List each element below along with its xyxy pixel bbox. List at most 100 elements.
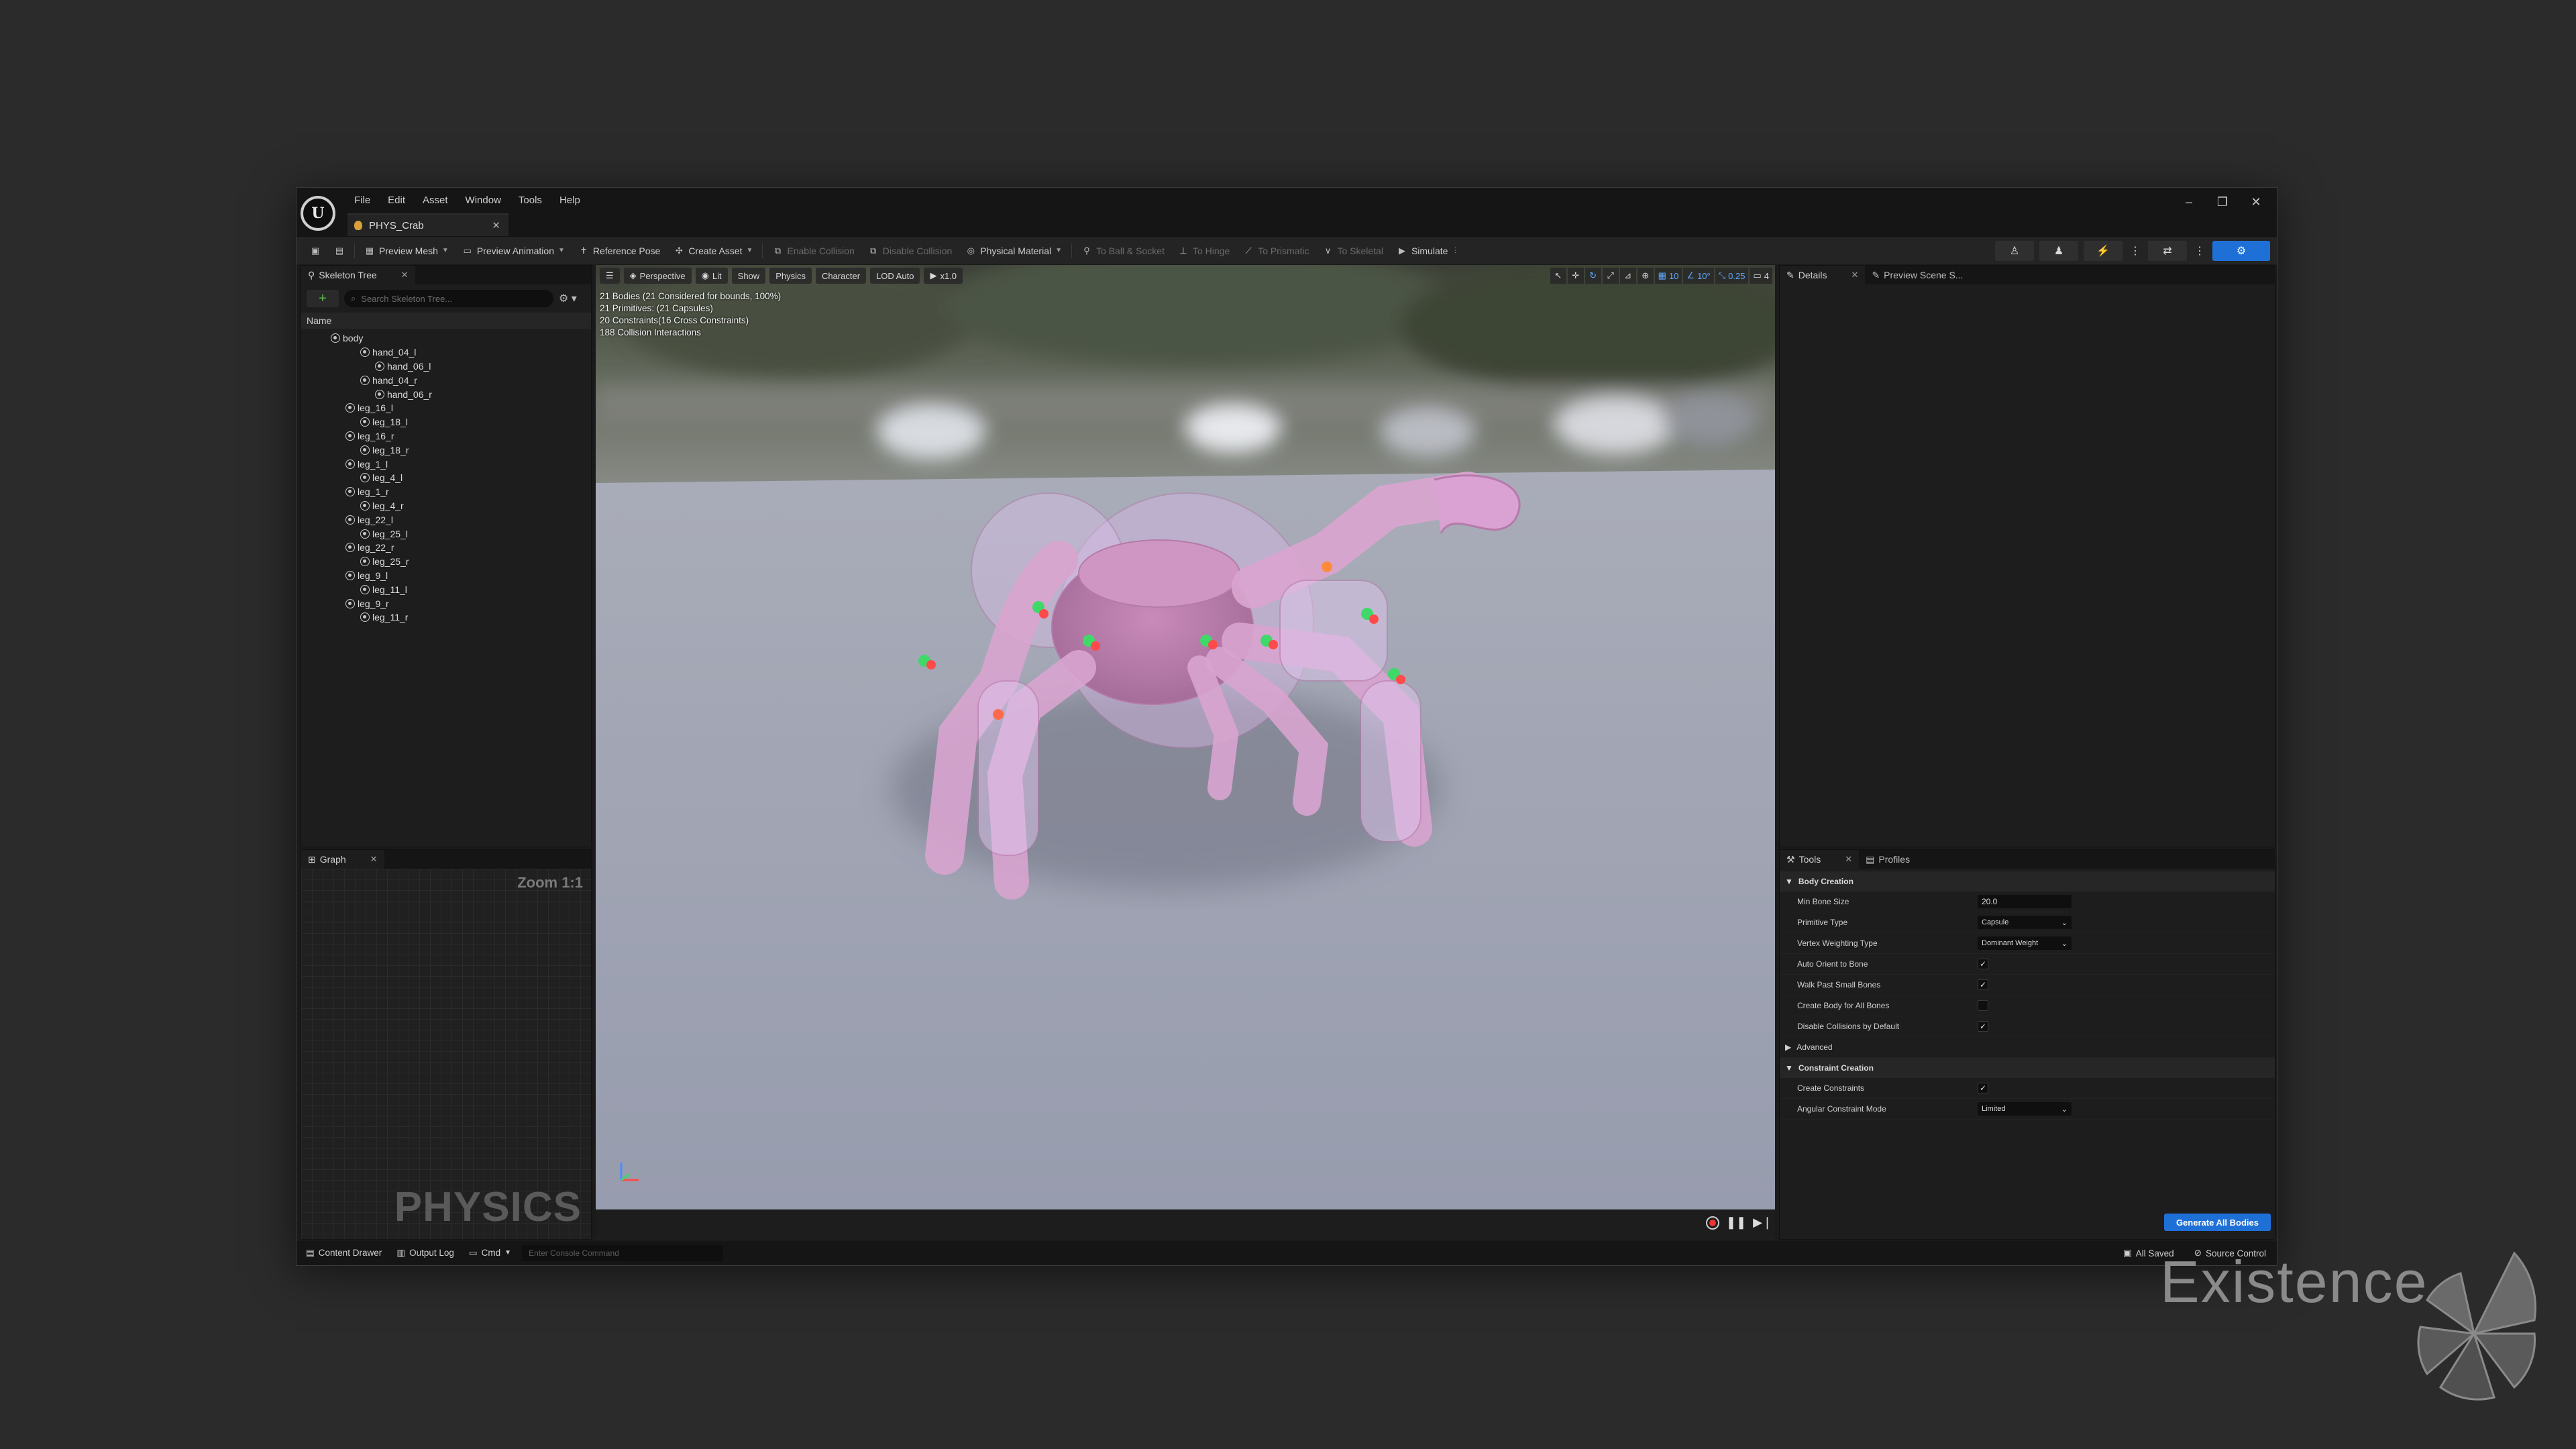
perspective-button[interactable]: ◈ Perspective <box>623 268 692 284</box>
skeleton-search-input[interactable]: ⌕ Search Skeleton Tree... <box>344 290 553 307</box>
character-button[interactable]: Character <box>815 268 867 284</box>
category-body-creation[interactable]: ▼ Body Creation <box>1780 871 2275 892</box>
to-hinge-button[interactable]: ⊥ To Hinge <box>1171 241 1236 261</box>
bone-row[interactable]: leg_22_l <box>301 513 591 527</box>
animation-mode-icon[interactable]: ⚡ <box>2084 241 2123 261</box>
bone-row[interactable]: hand_04_l <box>301 345 591 360</box>
to-skeletal-button[interactable]: ∨ To Skeletal <box>1316 241 1389 261</box>
blueprint-mode-icon[interactable]: ⇄ <box>2148 241 2187 261</box>
disable-collisions-checkbox[interactable]: ✓ <box>1978 1021 1988 1032</box>
bone-row[interactable]: body <box>301 331 591 345</box>
step-forward-icon[interactable]: ▶❘ <box>1753 1216 1772 1230</box>
close-icon[interactable]: ✕ <box>401 270 409 280</box>
output-log-button[interactable]: ▥ Output Log <box>392 1248 458 1258</box>
preview-viewport[interactable]: ☰ ◈ Perspective ◉ Lit Show Physics Charact… <box>596 265 1775 1210</box>
tab-graph[interactable]: ⊞ Graph ✕ <box>301 850 384 869</box>
disable-collision-button[interactable]: ⧉ Disable Collision <box>861 241 959 261</box>
pause-icon[interactable]: ❚❚ <box>1726 1216 1746 1230</box>
bone-row[interactable]: leg_22_r <box>301 541 591 555</box>
show-button[interactable]: Show <box>731 268 766 284</box>
bone-row[interactable]: hand_06_r <box>301 387 591 401</box>
tab-preview-scene-settings[interactable]: ✎ Preview Scene S... <box>1865 266 1970 284</box>
tab-profiles[interactable]: ▤ Profiles <box>1859 850 1917 869</box>
bone-row[interactable]: leg_1_r <box>301 485 591 499</box>
min-bone-size-field[interactable]: 20.0 <box>1978 895 2072 908</box>
to-prismatic-button[interactable]: ⟋ To Prismatic <box>1236 241 1316 261</box>
close-icon[interactable]: ✕ <box>2242 192 2270 212</box>
record-icon[interactable] <box>1705 1216 1719 1230</box>
tab-details[interactable]: ✎ Details ✕ <box>1780 266 1866 284</box>
bone-row[interactable]: leg_18_l <box>301 415 591 429</box>
restore-icon[interactable]: ❐ <box>2208 192 2237 212</box>
menu-help[interactable]: Help <box>553 191 587 210</box>
lod-button[interactable]: LOD Auto <box>870 268 920 284</box>
more-icon[interactable]: ⋮ <box>2192 241 2207 261</box>
lit-button[interactable]: ◉ Lit <box>695 268 728 284</box>
bone-row[interactable]: leg_4_r <box>301 499 591 513</box>
tab-skeleton-tree[interactable]: ⚲ Skeleton Tree ✕ <box>301 266 415 284</box>
close-tab-icon[interactable]: ✕ <box>492 219 500 231</box>
bone-row[interactable]: leg_18_r <box>301 443 591 457</box>
graph-canvas[interactable]: Zoom 1:1 PHYSICS <box>301 869 591 1239</box>
auto-orient-checkbox[interactable]: ✓ <box>1978 959 1988 969</box>
surface-snap-icon[interactable]: ⊿ <box>1619 268 1636 284</box>
bone-row[interactable]: leg_4_l <box>301 471 591 485</box>
physical-material-button[interactable]: ◎ Physical Material ▼ <box>959 241 1069 261</box>
bone-row[interactable]: leg_11_r <box>301 610 591 625</box>
primitive-type-dropdown[interactable]: Capsule ⌄ <box>1978 916 2072 929</box>
menu-window[interactable]: Window <box>459 191 508 210</box>
prop-advanced[interactable]: ▶ Advanced <box>1780 1037 2275 1058</box>
more-icon[interactable]: ⋮ <box>2128 241 2143 261</box>
bone-row[interactable]: leg_16_l <box>301 401 591 415</box>
physics-button[interactable]: Physics <box>769 268 812 284</box>
bone-row[interactable]: leg_9_r <box>301 596 591 610</box>
create-body-all-checkbox[interactable] <box>1978 1000 1988 1011</box>
gear-icon[interactable]: ⚙ ▾ <box>559 292 586 305</box>
add-bone-button[interactable]: + <box>307 290 339 307</box>
viewport-options-button[interactable]: ☰ <box>600 268 620 284</box>
create-asset-button[interactable]: ✣ Create Asset ▼ <box>667 241 759 261</box>
bone-row[interactable]: leg_25_r <box>301 555 591 569</box>
tab-tools[interactable]: ⚒ Tools ✕ <box>1780 850 1860 869</box>
translate-icon[interactable]: ✛ <box>1567 268 1584 284</box>
menu-asset[interactable]: Asset <box>416 191 455 210</box>
save-button[interactable]: ▣ <box>303 241 327 261</box>
rotate-icon[interactable]: ↻ <box>1585 268 1601 284</box>
playback-speed-button[interactable]: ▶ x1.0 <box>924 268 963 284</box>
physics-mode-icon[interactable]: ⚙ <box>2212 241 2270 261</box>
preview-animation-button[interactable]: ▭ Preview Animation ▼ <box>455 241 572 261</box>
cmd-button[interactable]: ▭ Cmd ▼ <box>465 1248 515 1258</box>
menu-file[interactable]: File <box>347 191 377 210</box>
content-drawer-button[interactable]: ▤ Content Drawer <box>302 1248 386 1258</box>
close-icon[interactable]: ✕ <box>370 854 378 865</box>
enable-collision-button[interactable]: ⧉ Enable Collision <box>765 241 861 261</box>
unreal-logo[interactable]: U <box>301 196 335 231</box>
console-input[interactable]: Enter Console Command <box>522 1244 724 1261</box>
menu-tools[interactable]: Tools <box>512 191 549 210</box>
bone-row[interactable]: leg_16_r <box>301 429 591 443</box>
mesh-mode-icon[interactable]: ♟ <box>2039 241 2078 261</box>
camera-speed-button[interactable]: ▭ 4 <box>1750 268 1772 284</box>
close-icon[interactable]: ✕ <box>1851 270 1859 280</box>
bone-row[interactable]: hand_06_l <box>301 360 591 374</box>
to-ball-socket-button[interactable]: ⚲ To Ball & Socket <box>1075 241 1171 261</box>
close-icon[interactable]: ✕ <box>1845 854 1852 865</box>
rotation-snap-button[interactable]: ∠ 10° <box>1683 268 1714 284</box>
scale-icon[interactable]: ⤢ <box>1602 268 1619 284</box>
bone-row[interactable]: leg_25_l <box>301 527 591 541</box>
scale-snap-button[interactable]: ⤡ 0.25 <box>1715 268 1749 284</box>
document-tab[interactable]: PHYS_Crab ✕ <box>347 213 508 236</box>
bone-row[interactable]: leg_1_l <box>301 457 591 471</box>
generate-all-bodies-button[interactable]: Generate All Bodies <box>2163 1214 2271 1231</box>
bone-row[interactable]: leg_9_l <box>301 569 591 583</box>
category-constraint-creation[interactable]: ▼ Constraint Creation <box>1780 1058 2275 1078</box>
browse-button[interactable]: ▤ <box>327 241 352 261</box>
preview-mesh-button[interactable]: ▦ Preview Mesh ▼ <box>358 241 455 261</box>
angular-mode-dropdown[interactable]: Limited ⌄ <box>1978 1102 2072 1116</box>
select-icon[interactable]: ↖ <box>1550 268 1566 284</box>
more-options-icon[interactable]: ⋮ <box>1452 247 1458 254</box>
bone-row[interactable]: leg_11_l <box>301 582 591 596</box>
reference-pose-button[interactable]: ✝ Reference Pose <box>572 241 667 261</box>
menu-edit[interactable]: Edit <box>381 191 412 210</box>
vertex-weighting-dropdown[interactable]: Dominant Weight ⌄ <box>1978 936 2072 950</box>
